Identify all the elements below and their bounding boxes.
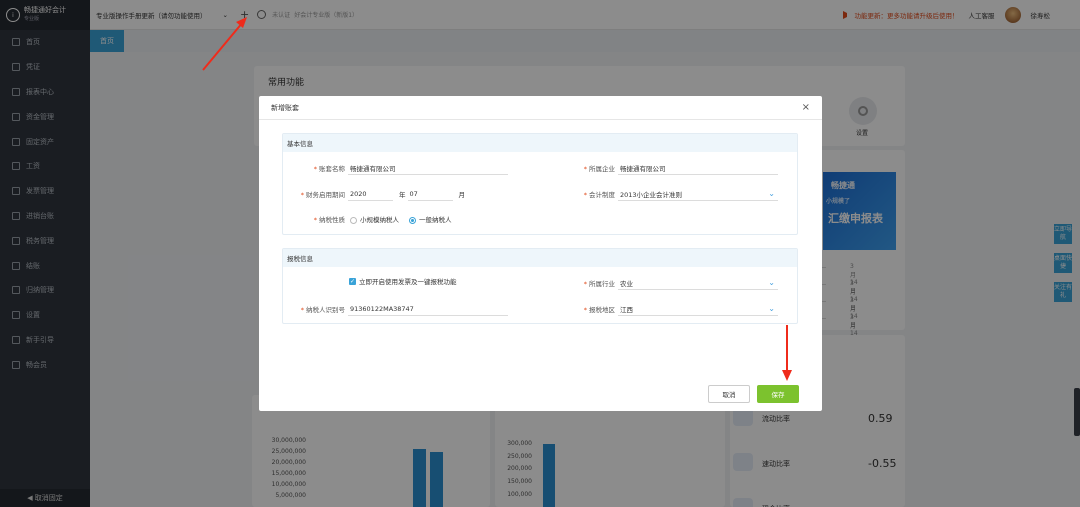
- annotation-arrows: [202, 17, 792, 381]
- arrowhead-add: [236, 17, 247, 28]
- arrowhead-save: [782, 370, 792, 381]
- arrow-to-add-icon: [202, 21, 244, 71]
